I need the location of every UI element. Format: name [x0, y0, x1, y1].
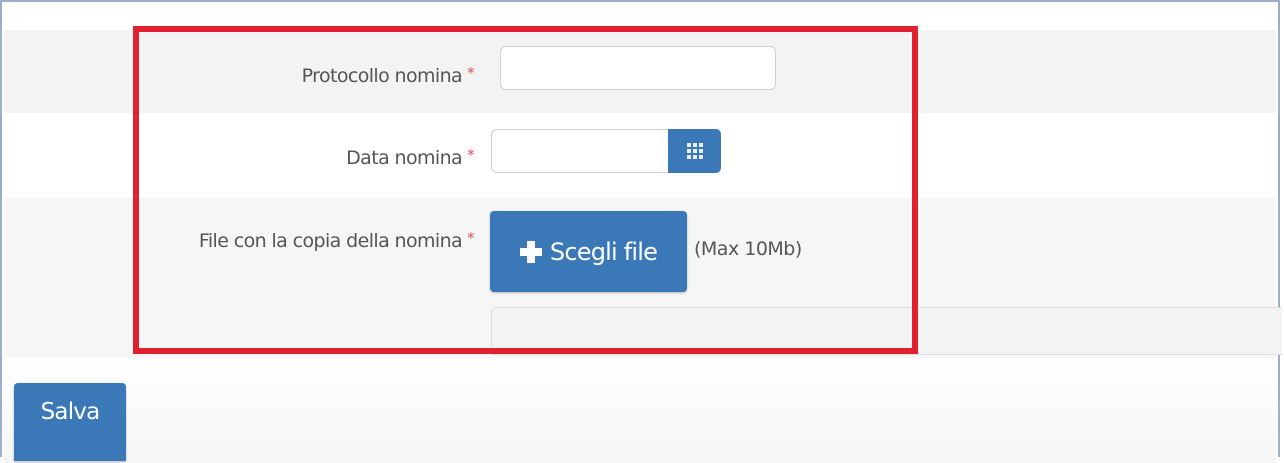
protocollo-label: Protocollo nomina * — [301, 64, 475, 87]
selected-files-area — [491, 307, 1282, 355]
file-label: File con la copia della nomina * — [198, 229, 475, 252]
data-label: Data nomina * — [346, 146, 474, 169]
required-mark: * — [467, 64, 474, 82]
row-actions — [4, 358, 1276, 463]
choose-file-button[interactable]: Scegli file — [490, 211, 687, 292]
choose-file-label: Scegli file — [549, 237, 658, 266]
data-input[interactable] — [491, 129, 671, 173]
save-button-label: Salva — [40, 399, 101, 425]
max-size-hint: (Max 10Mb) — [694, 238, 802, 260]
required-mark: * — [467, 229, 474, 247]
protocollo-input[interactable] — [500, 46, 776, 90]
calendar-button[interactable] — [668, 129, 721, 173]
save-button[interactable]: Salva — [14, 383, 126, 461]
file-label-text: File con la copia della nomina — [198, 230, 463, 252]
plus-icon — [519, 240, 542, 263]
protocollo-label-text: Protocollo nomina — [301, 65, 463, 87]
calendar-icon — [686, 143, 703, 159]
required-mark: * — [467, 146, 474, 164]
data-label-text: Data nomina — [346, 147, 463, 169]
